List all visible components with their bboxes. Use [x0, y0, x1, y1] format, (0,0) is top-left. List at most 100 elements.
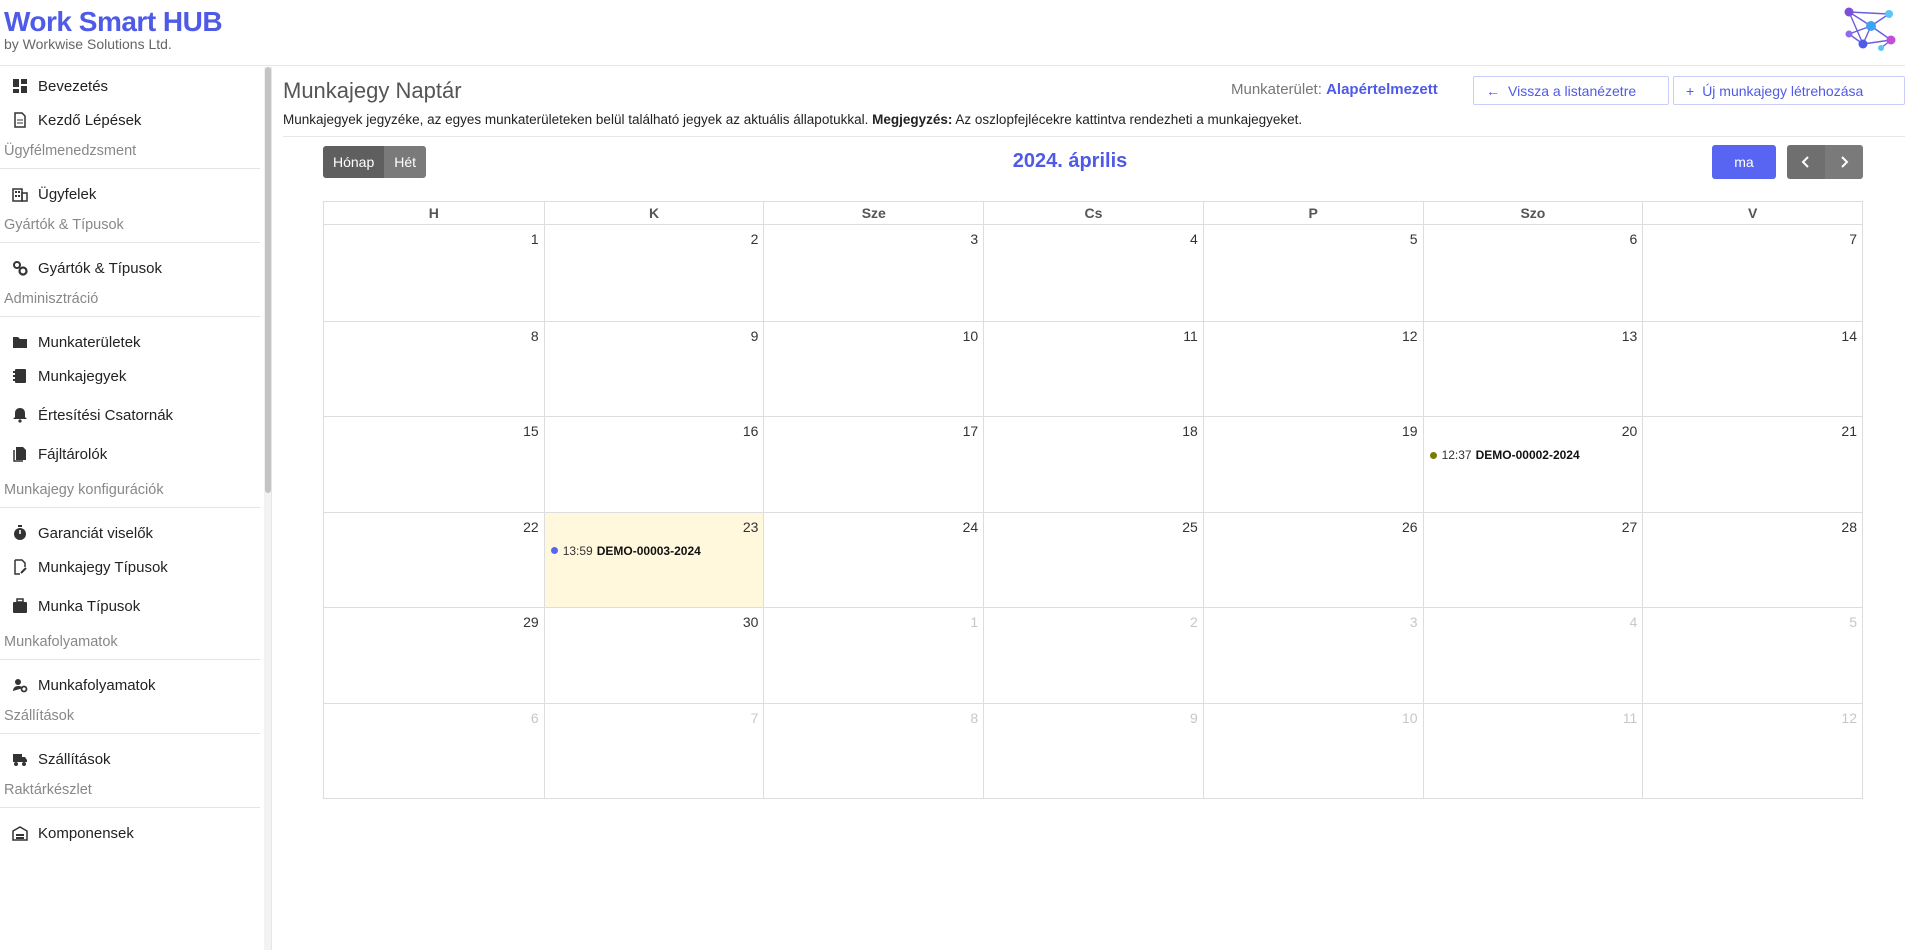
sidebar-scrollbar[interactable]	[264, 67, 271, 950]
sidebar-item[interactable]: Garanciát viselők	[0, 518, 262, 548]
calendar-day-cell[interactable]: 20 12:37 DEMO-00002-2024	[1422, 416, 1643, 512]
sidebar-item[interactable]: Kezdő Lépések	[0, 105, 262, 135]
day-number[interactable]: 12	[1841, 710, 1857, 726]
day-number[interactable]: 7	[1849, 231, 1857, 247]
calendar-day-cell[interactable]: 13	[1422, 320, 1643, 416]
sidebar-scroll-thumb[interactable]	[265, 67, 271, 493]
calendar-day-cell[interactable]: 26	[1202, 511, 1423, 607]
day-number[interactable]: 6	[1629, 231, 1637, 247]
weekday-header[interactable]: H	[324, 202, 544, 224]
weekday-header[interactable]: V	[1642, 202, 1862, 224]
sidebar-item[interactable]: Munkajegy Típusok	[0, 552, 262, 582]
back-to-list-button[interactable]: ← Vissza a listanézetre	[1473, 76, 1669, 105]
calendar-day-cell[interactable]: 2	[543, 225, 764, 321]
calendar-day-cell[interactable]: 9	[543, 320, 764, 416]
today-button[interactable]: ma	[1712, 145, 1776, 179]
calendar-day-cell[interactable]: 19	[1202, 416, 1423, 512]
calendar-day-cell[interactable]: 7	[543, 702, 764, 798]
calendar-day-cell[interactable]: 29	[324, 607, 544, 703]
day-number[interactable]: 20	[1622, 423, 1638, 439]
calendar-day-cell[interactable]: 9	[983, 702, 1203, 798]
day-number[interactable]: 30	[743, 614, 759, 630]
calendar-day-cell[interactable]: 4	[1422, 607, 1643, 703]
calendar-day-cell[interactable]: 12	[1642, 702, 1862, 798]
day-number[interactable]: 25	[1182, 519, 1198, 535]
day-number[interactable]: 27	[1622, 519, 1638, 535]
day-number[interactable]: 16	[743, 423, 759, 439]
weekday-header[interactable]: Cs	[983, 202, 1203, 224]
day-number[interactable]: 24	[963, 519, 979, 535]
new-ticket-button[interactable]: + Új munkajegy létrehozása	[1673, 76, 1905, 105]
calendar-day-cell[interactable]: 11	[1422, 702, 1643, 798]
calendar-event[interactable]: 12:37 DEMO-00002-2024	[1429, 448, 1580, 462]
day-number[interactable]: 12	[1402, 328, 1418, 344]
day-number[interactable]: 8	[970, 710, 978, 726]
calendar-day-cell[interactable]: 25	[983, 511, 1203, 607]
day-number[interactable]: 17	[963, 423, 979, 439]
sidebar-item[interactable]: Fájltárolók	[0, 439, 262, 469]
calendar-day-cell[interactable]: 1	[324, 225, 544, 321]
day-number[interactable]: 9	[1190, 710, 1198, 726]
weekday-header[interactable]: P	[1202, 202, 1423, 224]
calendar-event[interactable]: 13:59 DEMO-00003-2024	[550, 544, 701, 558]
sidebar-item[interactable]: Munka Típusok	[0, 591, 262, 621]
day-number[interactable]: 2	[1190, 614, 1198, 630]
calendar-day-cell[interactable]: 3	[763, 225, 983, 321]
day-number[interactable]: 4	[1629, 614, 1637, 630]
sidebar-item[interactable]: Ügyfelek	[0, 179, 262, 209]
calendar-day-cell[interactable]: 4	[983, 225, 1203, 321]
calendar-day-cell[interactable]: 6	[324, 702, 544, 799]
calendar-day-cell[interactable]: 27	[1422, 511, 1643, 607]
sidebar-item[interactable]: Munkaterületek	[0, 327, 262, 357]
sidebar-item[interactable]: Szállítások	[0, 744, 262, 774]
calendar-day-cell[interactable]: 28	[1642, 511, 1862, 607]
calendar-day-cell[interactable]: 5	[1642, 607, 1862, 703]
calendar-day-cell[interactable]: 5	[1202, 225, 1423, 321]
calendar-day-cell[interactable]: 10	[1202, 702, 1423, 798]
day-number[interactable]: 4	[1190, 231, 1198, 247]
workspace-value[interactable]: Alapértelmezett	[1326, 81, 1438, 98]
day-number[interactable]: 8	[531, 328, 539, 344]
calendar-day-cell[interactable]: 15	[324, 416, 544, 512]
calendar-day-cell[interactable]: 12	[1202, 320, 1423, 416]
brand-title[interactable]: Work Smart HUB	[4, 6, 223, 38]
day-number[interactable]: 15	[523, 423, 539, 439]
calendar-day-cell[interactable]: 14	[1642, 320, 1862, 416]
calendar-day-cell[interactable]: 2	[983, 607, 1203, 703]
view-month-button[interactable]: Hónap	[323, 146, 385, 178]
day-number[interactable]: 1	[531, 231, 539, 247]
calendar-day-cell[interactable]: 8	[763, 702, 984, 798]
calendar-day-cell[interactable]: 6	[1422, 225, 1643, 321]
day-number[interactable]: 3	[970, 231, 978, 247]
sidebar-item[interactable]: Munkafolyamatok	[0, 670, 262, 700]
day-number[interactable]: 3	[1410, 614, 1418, 630]
calendar-day-cell[interactable]: 16	[543, 416, 764, 512]
calendar-day-cell[interactable]: 18	[983, 416, 1203, 512]
calendar-day-cell[interactable]: 10	[763, 320, 984, 416]
day-number[interactable]: 29	[523, 614, 539, 630]
calendar-day-cell[interactable]: 21	[1642, 416, 1862, 512]
day-number[interactable]: 28	[1841, 519, 1857, 535]
calendar-day-cell[interactable]: 24	[763, 511, 984, 607]
network-logo-icon[interactable]	[1841, 4, 1897, 54]
sidebar-item[interactable]: Értesítési Csatornák	[0, 400, 262, 430]
sidebar-item[interactable]: Munkajegyek	[0, 361, 262, 391]
day-number[interactable]: 7	[751, 710, 759, 726]
sidebar-item[interactable]: Gyártók & Típusok	[0, 253, 262, 283]
calendar-day-cell[interactable]: 17	[763, 416, 984, 512]
day-number[interactable]: 21	[1841, 423, 1857, 439]
weekday-header[interactable]: Sze	[763, 202, 983, 224]
calendar-day-cell[interactable]: 23 13:59 DEMO-00003-2024	[543, 511, 764, 607]
day-number[interactable]: 1	[970, 614, 978, 630]
calendar-day-cell[interactable]: 30	[543, 607, 764, 703]
calendar-day-cell[interactable]: 7	[1642, 225, 1862, 321]
next-month-button[interactable]	[1825, 145, 1863, 179]
calendar-day-cell[interactable]: 11	[983, 320, 1203, 416]
day-number[interactable]: 10	[963, 328, 979, 344]
calendar-day-cell[interactable]: 8	[324, 320, 544, 417]
day-number[interactable]: 11	[1183, 328, 1198, 344]
prev-month-button[interactable]	[1787, 145, 1825, 179]
view-week-button[interactable]: Hét	[384, 146, 427, 178]
calendar-day-cell[interactable]: 22	[324, 511, 544, 608]
day-number[interactable]: 26	[1402, 519, 1418, 535]
